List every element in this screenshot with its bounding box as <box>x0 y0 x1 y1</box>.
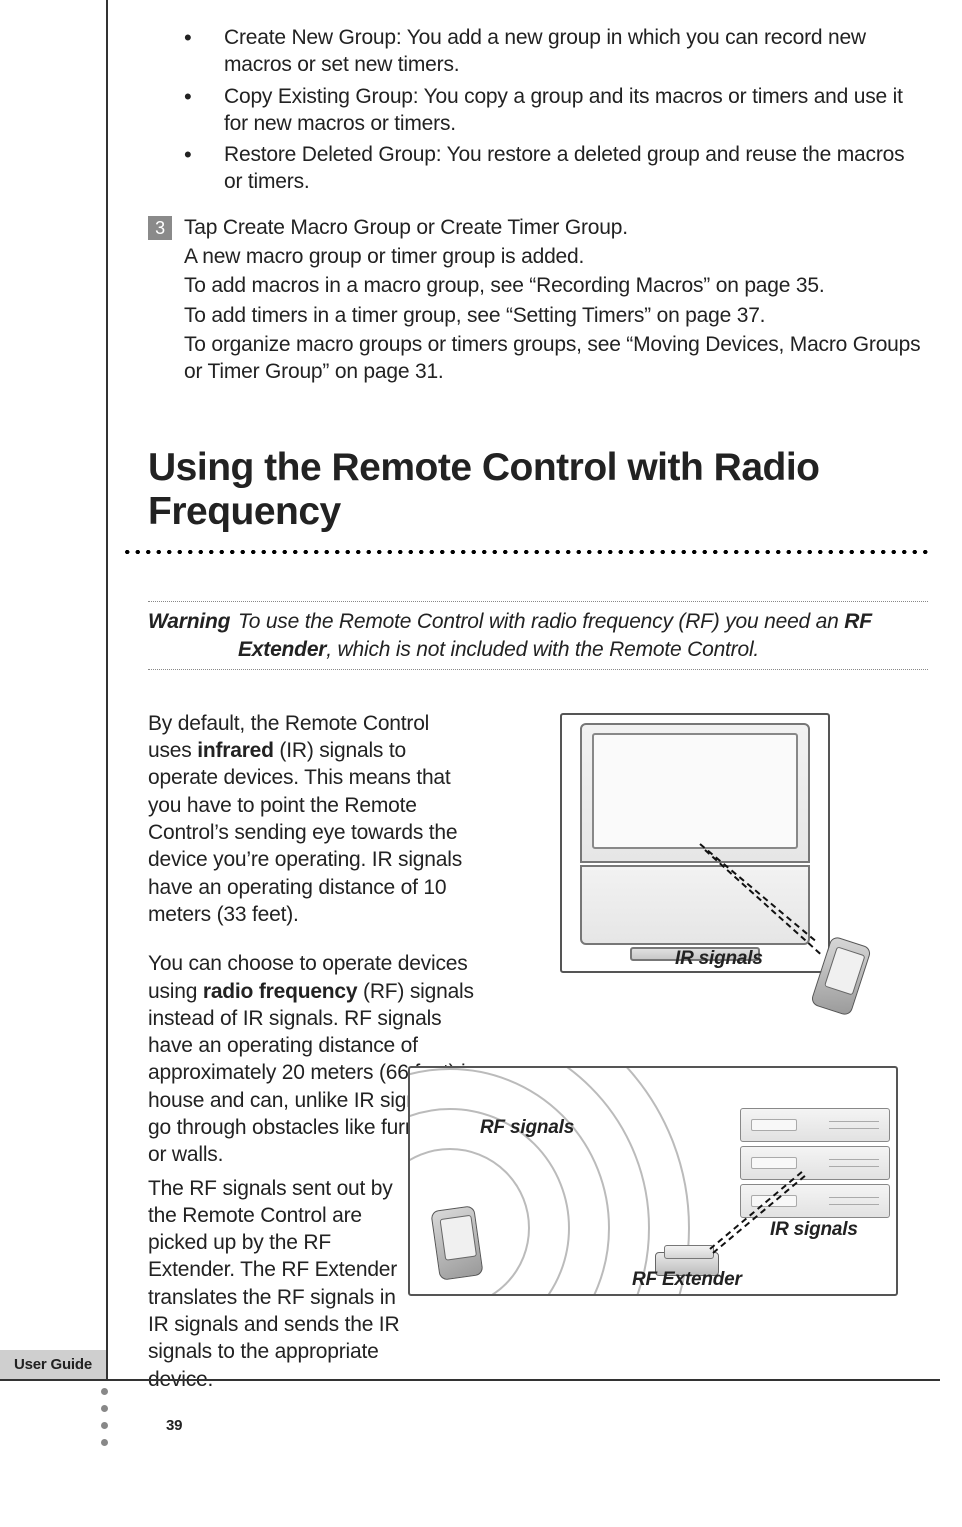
figure-label-rf-extender: RF Extender <box>632 1268 742 1293</box>
dot-icon <box>101 1405 108 1412</box>
figure-ir: IR signals <box>500 705 905 1025</box>
dot-icon <box>101 1439 108 1446</box>
user-guide-tab: User Guide <box>0 1350 106 1380</box>
page-number: 39 <box>166 1416 182 1436</box>
vertical-rule <box>106 0 108 1380</box>
list-item: Restore Deleted Group: You restore a del… <box>184 141 928 196</box>
bullet-list: Create New Group: You add a new group in… <box>184 24 928 196</box>
text-bold: infrared <box>197 739 274 762</box>
figure-rf: RF signals IR signals RF Extender <box>400 1058 910 1318</box>
warning-box: Warning To use the Remote Control with r… <box>148 601 928 670</box>
step-3: 3 Tap Create Macro Group or Create Timer… <box>148 214 928 386</box>
list-item: Create New Group: You add a new group in… <box>184 24 928 79</box>
figure-frame <box>408 1066 898 1296</box>
step-line: To add macros in a macro group, see “Rec… <box>184 272 928 299</box>
step-line: A new macro group or timer group is adde… <box>184 243 928 270</box>
paragraph: By default, the Remote Control uses infr… <box>148 710 478 928</box>
dot-icon <box>101 1388 108 1395</box>
footer-dots <box>101 1388 108 1456</box>
section-heading: Using the Remote Control with Radio Freq… <box>148 446 928 536</box>
dot-icon <box>101 1422 108 1429</box>
step-line: To add timers in a timer group, see “Set… <box>184 302 928 329</box>
av-unit-icon <box>740 1108 890 1142</box>
av-unit-icon <box>740 1146 890 1180</box>
figure-label-rf-signals: RF signals <box>480 1116 574 1141</box>
list-item: Copy Existing Group: You copy a group an… <box>184 83 928 138</box>
tv-screen-icon <box>592 733 798 849</box>
step-title: Tap Create Macro Group or Create Timer G… <box>184 214 928 241</box>
warning-label: Warning <box>148 608 238 663</box>
av-unit-icon <box>740 1184 890 1218</box>
figure-label-ir-signals: IR signals <box>675 947 763 972</box>
text: (IR) signals to operate devices. This me… <box>148 739 462 926</box>
step-number: 3 <box>148 216 172 240</box>
text-bold: radio frequency <box>203 980 358 1003</box>
warning-text: To use the Remote Control with radio fre… <box>238 608 928 663</box>
warning-text-part: To use the Remote Control with radio fre… <box>238 610 844 633</box>
horizontal-rule <box>0 1379 940 1381</box>
paragraph: The RF signals sent out by the Remote Co… <box>148 1175 408 1393</box>
dotted-rule <box>122 547 932 557</box>
step-line: To organize macro groups or timers group… <box>184 331 928 386</box>
figure-label-ir-signals: IR signals <box>770 1218 858 1243</box>
warning-text-part: , which is not included with the Remote … <box>326 638 759 661</box>
tv-base-icon <box>580 865 810 945</box>
